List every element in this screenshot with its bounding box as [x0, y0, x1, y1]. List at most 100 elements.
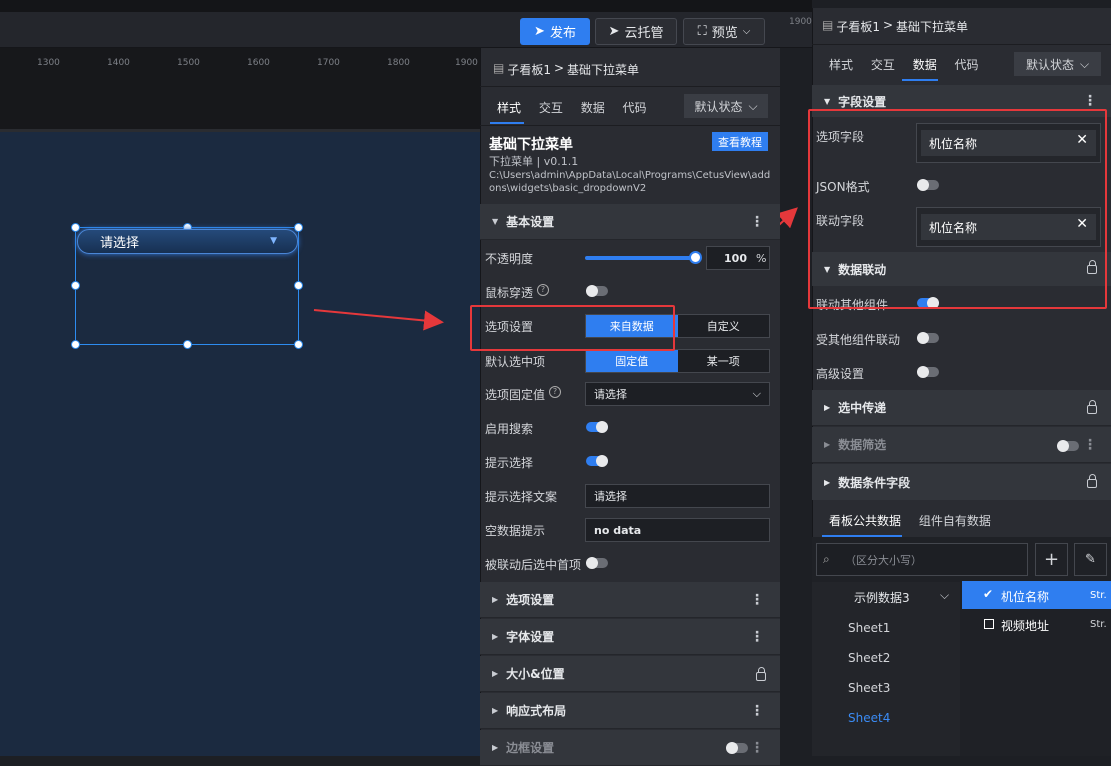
tab-style[interactable]: 样式	[497, 101, 521, 115]
more-icon[interactable]: ⋮	[750, 592, 764, 608]
caret-down-icon: ▼	[492, 217, 499, 226]
help-icon[interactable]: ?	[537, 284, 549, 296]
hint-text-label: 提示选择文案	[485, 490, 558, 504]
section-data-filter[interactable]: ▶ 数据筛选 ⋮	[812, 427, 1111, 463]
field-type: Str.	[1090, 619, 1107, 630]
more-icon[interactable]: ⋮	[750, 740, 764, 756]
section-border-settings[interactable]: ▶ 边框设置 ⋮	[480, 730, 780, 766]
widget-version: 下拉菜单 | v0.1.1	[489, 155, 579, 168]
lock-icon	[756, 667, 766, 681]
search-icon: ⌕	[823, 552, 830, 566]
caret-right-icon: ▶	[492, 595, 499, 604]
sheet-item-active[interactable]: Sheet4	[848, 711, 890, 725]
data-filter-toggle[interactable]	[1057, 440, 1079, 452]
custom-option[interactable]: 自定义	[677, 315, 769, 337]
lock-icon	[1087, 400, 1097, 414]
tab-code[interactable]: 代码	[623, 101, 647, 115]
section-responsive-layout[interactable]: ▶ 响应式布局 ⋮	[480, 693, 780, 729]
section-font-settings[interactable]: ▶ 字体设置 ⋮	[480, 619, 780, 655]
state-select[interactable]: 默认状态 ⌵	[684, 94, 768, 118]
linked-by-other-label: 受其他组件联动	[816, 333, 901, 347]
hint-select-toggle[interactable]	[586, 455, 608, 467]
default-selected-label: 默认选中项	[485, 355, 546, 369]
active-tab-indicator	[902, 79, 938, 81]
tab-interaction[interactable]: 交互	[871, 58, 895, 72]
opacity-slider-thumb[interactable]	[689, 251, 702, 264]
lock-icon	[1087, 474, 1097, 488]
section-selected-pass[interactable]: ▶ 选中传递	[812, 390, 1111, 426]
panel-tabs: 样式 交互 数据 代码	[829, 56, 993, 73]
section-basic-settings[interactable]: ▼ 基本设置 ⋮	[480, 204, 780, 240]
more-icon[interactable]: ⋮	[1083, 93, 1097, 109]
more-icon[interactable]: ⋮	[750, 703, 764, 719]
enable-search-toggle[interactable]	[586, 421, 608, 433]
border-toggle[interactable]	[726, 742, 748, 754]
widget-title: 基础下拉菜单	[489, 137, 573, 153]
after-link-first-toggle[interactable]	[586, 557, 608, 569]
edit-button[interactable]: ✎	[1074, 543, 1107, 576]
board-icon: ▤	[822, 18, 834, 32]
field-type: Str.	[1090, 590, 1107, 601]
tutorial-button[interactable]: 查看教程	[712, 132, 768, 151]
data-source-tabs: 看板公共数据 组件自有数据	[829, 512, 1005, 529]
section-data-condition[interactable]: ▶ 数据条件字段	[812, 464, 1111, 500]
help-icon[interactable]: ?	[549, 386, 561, 398]
hint-select-label: 提示选择	[485, 456, 534, 470]
tab-data[interactable]: 数据	[913, 58, 937, 72]
chevron-down-icon: ⌵	[748, 98, 758, 113]
advanced-toggle[interactable]	[917, 366, 939, 378]
tab-style[interactable]: 样式	[829, 58, 853, 72]
caret-right-icon: ▶	[824, 403, 831, 412]
add-button[interactable]: +	[1035, 543, 1068, 576]
panel-tabs: 样式 交互 数据 代码	[497, 99, 661, 116]
caret-right-icon: ▶	[492, 743, 499, 752]
tab-data[interactable]: 数据	[581, 101, 605, 115]
opacity-slider[interactable]	[585, 256, 697, 260]
option-fixed-value-label: 选项固定值	[485, 388, 546, 402]
widget-path: C:\Users\admin\AppData\Local\Programs\Ce…	[489, 170, 771, 194]
breadcrumb: ▤ 子看板1 > 基础下拉菜单	[493, 61, 640, 77]
dataset-name[interactable]: 示例数据3	[854, 589, 910, 606]
active-tab-indicator	[490, 122, 524, 124]
section-size-position[interactable]: ▶ 大小&位置	[480, 656, 780, 692]
dataset-list	[812, 582, 960, 756]
sheet-item[interactable]: Sheet1	[848, 621, 890, 635]
state-select[interactable]: 默认状态 ⌵	[1014, 52, 1101, 76]
board-icon: ▤	[493, 61, 505, 75]
chevron-down-icon[interactable]: ⌵	[940, 588, 949, 603]
hint-text-input[interactable]: 请选择	[585, 484, 770, 508]
field-search-input[interactable]: （区分大小写）	[816, 543, 1028, 576]
default-selected-toggle: 固定值 某一项	[585, 349, 770, 373]
more-icon[interactable]: ⋮	[750, 629, 764, 645]
check-icon: ✔	[983, 587, 994, 601]
more-icon[interactable]: ⋮	[750, 214, 764, 230]
opacity-label: 不透明度	[485, 252, 534, 266]
tab-interaction[interactable]: 交互	[539, 101, 563, 115]
field-name: 机位名称	[1001, 590, 1050, 604]
tab-board-public-data[interactable]: 看板公共数据	[829, 514, 901, 528]
linked-by-other-toggle[interactable]	[917, 332, 939, 344]
empty-hint-label: 空数据提示	[485, 524, 546, 538]
empty-hint-input[interactable]: no data	[585, 518, 770, 542]
caret-right-icon: ▶	[492, 706, 499, 715]
ruler-tick: 1900	[789, 17, 812, 27]
plus-icon: +	[1043, 549, 1060, 570]
chevron-down-icon: ⌵	[1079, 56, 1090, 71]
caret-right-icon: ▶	[824, 477, 831, 487]
tab-code[interactable]: 代码	[955, 58, 979, 72]
some-item-option[interactable]: 某一项	[677, 350, 769, 372]
mouse-through-toggle[interactable]	[586, 285, 608, 297]
sheet-item[interactable]: Sheet2	[848, 651, 890, 665]
field-name[interactable]: 视频地址	[1001, 617, 1049, 634]
checkbox[interactable]	[984, 619, 994, 629]
fixed-value-option[interactable]: 固定值	[586, 350, 678, 372]
highlight-box	[808, 109, 1107, 309]
more-icon[interactable]: ⋮	[1083, 437, 1097, 453]
caret-right-icon: ▶	[492, 632, 499, 641]
caret-right-icon: ▶	[824, 440, 831, 449]
sheet-item[interactable]: Sheet3	[848, 681, 890, 695]
tab-widget-own-data[interactable]: 组件自有数据	[919, 514, 991, 528]
section-option-settings[interactable]: ▶ 选项设置 ⋮	[480, 582, 780, 618]
option-fixed-value-select[interactable]: 请选择 ⌵	[585, 382, 770, 406]
enable-search-label: 启用搜索	[485, 422, 534, 436]
